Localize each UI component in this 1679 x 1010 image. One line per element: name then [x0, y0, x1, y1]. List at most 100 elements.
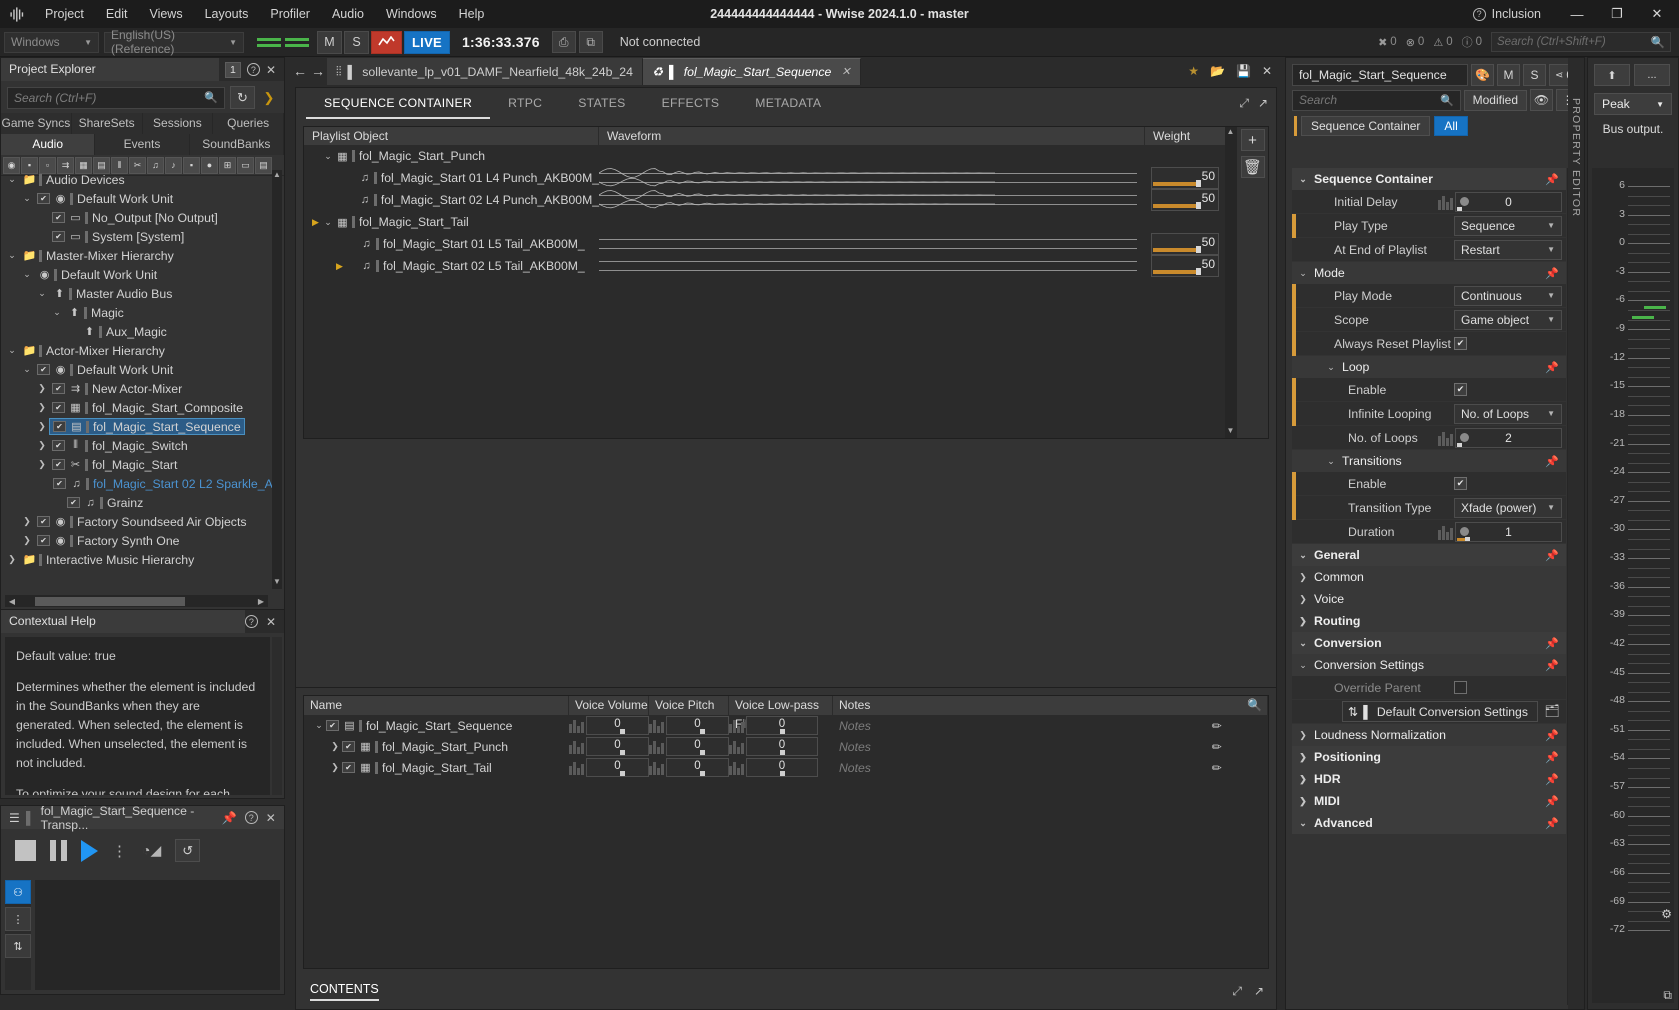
- twisty-icon[interactable]: ⌄: [1292, 268, 1314, 279]
- bus-output-icon[interactable]: ⬆: [1594, 64, 1630, 86]
- close-tab-icon[interactable]: ✕: [841, 65, 850, 78]
- chip-all[interactable]: All: [1434, 116, 1468, 136]
- property-row-duration[interactable]: Duration 1: [1292, 520, 1566, 544]
- solo-button[interactable]: S: [1523, 64, 1546, 86]
- close-icon[interactable]: ✕: [266, 615, 276, 629]
- tree-item[interactable]: ❯ 📁 Interactive Music Hierarchy: [1, 550, 272, 569]
- voice-pitch-control[interactable]: 0: [666, 758, 729, 777]
- voice-lpf-knob[interactable]: [780, 771, 785, 776]
- tree-item[interactable]: ⌄ ◉ Default Work Unit: [1, 265, 272, 284]
- transport-game-object-icon[interactable]: ⚇: [5, 880, 31, 904]
- voice-volume-knob[interactable]: [620, 750, 625, 755]
- tree-item[interactable]: ❯ ✔ ✂ fol_Magic_Start: [1, 455, 272, 474]
- twisty-icon[interactable]: ⌄: [312, 720, 326, 731]
- pin-icon[interactable]: 📌: [1545, 361, 1566, 374]
- platform-selector[interactable]: Windows ▼: [4, 31, 99, 53]
- maximize-icon[interactable]: ⤢: [1232, 984, 1242, 999]
- voice-lpf-control[interactable]: 0: [746, 758, 818, 777]
- stop-button[interactable]: [15, 840, 36, 861]
- tree-item[interactable]: ❯ ✔ ⇉ New Actor-Mixer: [1, 379, 272, 398]
- transport-reset-icon[interactable]: ↺: [175, 839, 201, 862]
- detach-icon[interactable]: ↗: [1254, 984, 1264, 999]
- property-group-transitions[interactable]: ⌄ Transitions 📌: [1292, 450, 1566, 472]
- live-button[interactable]: LIVE: [404, 30, 450, 54]
- property-slider[interactable]: 2: [1455, 427, 1562, 448]
- playlist-row[interactable]: ♫ fol_Magic_Start 02 L4 Punch_AKB00M_ 50: [304, 189, 1225, 211]
- contents-row[interactable]: ❯ ✔ ▦ fol_Magic_Start_Punch 0 0 0 Notes ✏: [304, 736, 1268, 757]
- nav-forward-icon[interactable]: →: [309, 63, 327, 79]
- weight-slider[interactable]: 50: [1151, 167, 1219, 189]
- editor-tab-sequence-container[interactable]: SEQUENCE CONTAINER: [306, 88, 491, 119]
- property-search-input[interactable]: Search 🔍: [1292, 89, 1461, 111]
- twisty-icon[interactable]: ⌄: [1292, 174, 1314, 185]
- contents-row[interactable]: ⌄ ✔ ▤ fol_Magic_Start_Sequence 0 0 0 Notes ✏: [304, 715, 1268, 736]
- weight-slider[interactable]: 50: [1151, 255, 1219, 277]
- nav-back-icon[interactable]: ←: [291, 63, 309, 79]
- scroll-up-icon[interactable]: ▲: [1225, 127, 1236, 139]
- property-group-sequence-container[interactable]: ⌄ Sequence Container 📌: [1292, 168, 1566, 190]
- property-row-play-type[interactable]: Play Type Sequence ▼: [1292, 213, 1566, 238]
- property-row-override-parent[interactable]: Override Parent: [1292, 676, 1566, 700]
- twisty-icon[interactable]: ⌄: [20, 193, 34, 204]
- property-checkbox[interactable]: ✔: [1454, 337, 1467, 350]
- scroll-left-icon[interactable]: ◀: [5, 597, 19, 606]
- language-selector[interactable]: English(US) (Reference) ▼: [104, 28, 244, 56]
- favorite-icon[interactable]: ★: [1188, 64, 1199, 78]
- pin-icon[interactable]: 📌: [1545, 773, 1566, 786]
- twisty-icon[interactable]: ❯: [1292, 796, 1314, 807]
- twisty-icon[interactable]: ❯: [5, 554, 19, 565]
- explorer-tab-queries[interactable]: Queries: [213, 113, 284, 134]
- twisty-icon[interactable]: ❯: [35, 402, 49, 413]
- twisty-icon[interactable]: ❯: [35, 421, 49, 432]
- mute-button[interactable]: M: [317, 30, 342, 54]
- pin-icon[interactable]: 📌: [1545, 637, 1566, 650]
- browse-icon[interactable]: 🗂: [1538, 704, 1566, 719]
- twisty-icon[interactable]: ❯: [1292, 774, 1314, 785]
- close-tab-icon[interactable]: ✕: [1262, 64, 1272, 78]
- pin-icon[interactable]: 📌: [1545, 795, 1566, 808]
- slider-handle[interactable]: [1465, 536, 1470, 541]
- play-button[interactable]: [81, 839, 98, 862]
- refresh-button[interactable]: ↻: [230, 86, 255, 109]
- property-dropdown[interactable]: Sequence ▼: [1454, 215, 1562, 236]
- property-object-name[interactable]: fol_Magic_Start_Sequence: [1292, 64, 1468, 86]
- pin-icon[interactable]: 📌: [1545, 455, 1566, 468]
- contents-search-icon[interactable]: 🔍: [1247, 698, 1262, 712]
- property-group-common[interactable]: ❯ Common: [1292, 566, 1566, 588]
- slider-handle[interactable]: [1457, 442, 1462, 447]
- twisty-icon[interactable]: ⌄: [1320, 362, 1342, 373]
- playlist-row[interactable]: ♫ fol_Magic_Start 01 L5 Tail_AKB00M_ 50: [304, 233, 1225, 255]
- explorer-badge[interactable]: 1: [224, 61, 241, 78]
- checkbox-icon[interactable]: ✔: [53, 478, 66, 489]
- weight-knob[interactable]: [1196, 202, 1201, 209]
- playlist-row[interactable]: ⌄ ▦ fol_Magic_Start_Punch: [304, 145, 1225, 167]
- explorer-tab-soundbanks[interactable]: SoundBanks: [189, 134, 284, 155]
- tree-item[interactable]: ❯ ✔ ▦ fol_Magic_Start_Composite: [1, 398, 272, 417]
- property-group-routing[interactable]: ❯ Routing: [1292, 610, 1566, 632]
- weight-slider[interactable]: 50: [1151, 233, 1219, 255]
- menu-item-help[interactable]: Help: [448, 0, 496, 28]
- twisty-icon[interactable]: ⌄: [1292, 550, 1314, 561]
- tree-item[interactable]: ⌄ ⬆ Magic: [1, 303, 272, 322]
- eye-icon[interactable]: 👁: [1530, 89, 1553, 111]
- twisty-icon[interactable]: ⌄: [50, 307, 64, 318]
- tree-item[interactable]: ❯ ✔ ▤ fol_Magic_Start_Sequence: [1, 417, 272, 436]
- editor-tab-effects[interactable]: EFFECTS: [644, 88, 738, 119]
- checkbox-icon[interactable]: ✔: [326, 720, 339, 731]
- chip-sequence-container[interactable]: Sequence Container: [1301, 116, 1431, 136]
- gear-icon[interactable]: ⚙: [1661, 907, 1672, 921]
- property-group-advanced[interactable]: ⌄ Advanced 📌: [1292, 812, 1566, 834]
- property-row-enable[interactable]: Enable ✔: [1292, 471, 1566, 496]
- playlist-vertical-scrollbar[interactable]: ▲ ▼: [1225, 127, 1236, 438]
- tree-item[interactable]: ⬆ Aux_Magic: [1, 322, 272, 341]
- property-row-transition-type[interactable]: Transition Type Xfade (power) ▼: [1292, 495, 1566, 520]
- explorer-tab-sharesets[interactable]: ShareSets: [71, 113, 143, 134]
- mute-button[interactable]: M: [1497, 64, 1520, 86]
- tree-item[interactable]: ⌄ 📁 Master-Mixer Hierarchy: [1, 246, 272, 265]
- open-folder-icon[interactable]: 📂: [1210, 64, 1225, 78]
- twisty-icon[interactable]: ⌄: [20, 269, 34, 280]
- pin-icon[interactable]: 📌: [1545, 817, 1566, 830]
- twisty-icon[interactable]: ❯: [1292, 752, 1314, 763]
- property-group-midi[interactable]: ❯ MIDI 📌: [1292, 790, 1566, 812]
- property-row-scope[interactable]: Scope Game object ▼: [1292, 307, 1566, 332]
